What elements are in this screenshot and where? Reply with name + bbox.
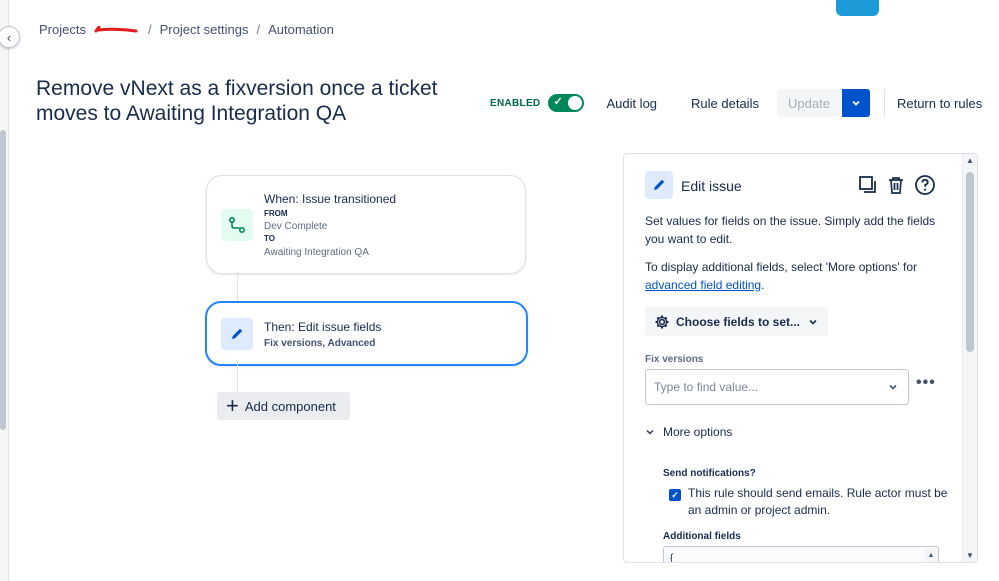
return-to-rules-button[interactable]: Return to rules — [897, 96, 982, 111]
left-sidebar-rail — [0, 0, 9, 581]
breadcrumb-project-settings[interactable]: Project settings — [160, 22, 249, 37]
panel-description: Set values for fields on the issue. Simp… — [645, 214, 936, 246]
help-icon[interactable] — [914, 174, 936, 196]
transition-icon — [221, 209, 253, 241]
duplicate-icon[interactable] — [857, 174, 879, 196]
rule-enabled-toggle[interactable]: ✓ — [548, 94, 585, 112]
send-notifications-label: Send notifications? — [663, 468, 756, 479]
pencil-icon — [645, 171, 673, 199]
panel-description-advanced: To display additional fields, select 'Mo… — [645, 258, 945, 294]
additional-fields-label: Additional fields — [663, 531, 741, 542]
additional-fields-value: { — [670, 553, 674, 563]
textarea-scroll-up-icon[interactable]: ▲ — [925, 548, 937, 562]
scroll-down-icon[interactable]: ▼ — [966, 551, 974, 560]
breadcrumb: Projects / Project settings / Automation — [39, 22, 334, 37]
trash-icon[interactable] — [885, 174, 907, 196]
redaction-mark — [94, 25, 138, 34]
choose-fields-button[interactable]: Choose fields to set... — [645, 307, 828, 336]
trigger-to-value: Awaiting Integration QA — [264, 247, 369, 258]
chevron-down-icon — [646, 429, 654, 435]
action-subtitle: Fix versions, Advanced — [264, 338, 376, 349]
connector-line — [237, 362, 238, 392]
rule-title[interactable]: Remove vNext as a fixversion once a tick… — [36, 76, 466, 126]
check-icon: ✓ — [671, 489, 679, 500]
edit-issue-panel: Edit issue Set values for fields on the … — [623, 153, 978, 563]
action-node[interactable]: Then: Edit issue fields Fix versions, Ad… — [205, 301, 528, 366]
choose-fields-label: Choose fields to set... — [676, 314, 801, 329]
scroll-up-icon[interactable]: ▲ — [966, 156, 974, 165]
rule-details-button[interactable]: Rule details — [691, 96, 759, 111]
advanced-suffix: . — [761, 278, 765, 292]
audit-log-button[interactable]: Audit log — [606, 96, 657, 111]
enabled-status-label: ENABLED — [490, 97, 541, 109]
panel-scroll-thumb[interactable] — [966, 172, 974, 352]
breadcrumb-automation[interactable]: Automation — [268, 22, 334, 37]
chevron-down-icon — [889, 384, 897, 390]
breadcrumb-projects[interactable]: Projects — [39, 22, 86, 37]
gear-icon — [655, 315, 669, 328]
trigger-from-value: Dev Complete — [264, 221, 328, 232]
header-divider — [883, 89, 885, 117]
trigger-to-label: TO — [264, 234, 275, 243]
top-action-button[interactable] — [836, 0, 879, 16]
more-options-toggle[interactable]: More options — [645, 425, 732, 439]
breadcrumb-separator: / — [256, 22, 261, 37]
toggle-knob — [568, 96, 583, 110]
pencil-icon — [221, 318, 253, 350]
connector-line — [237, 272, 238, 301]
chevron-left-icon: ‹ — [6, 29, 12, 45]
trigger-title: When: Issue transitioned — [264, 192, 397, 206]
check-icon: ✓ — [553, 96, 563, 108]
breadcrumb-separator: / — [147, 22, 152, 37]
fix-versions-label: Fix versions — [645, 354, 704, 365]
send-notifications-checkbox[interactable]: ✓ — [669, 489, 681, 501]
more-options-label: More options — [663, 425, 733, 439]
collapse-sidebar-button[interactable]: ‹ — [0, 26, 20, 48]
update-button[interactable]: Update — [776, 89, 841, 117]
chevron-down-icon — [809, 319, 817, 325]
header-actions: ENABLED ✓ Audit log Rule details Update … — [490, 88, 982, 118]
add-component-label: Add component — [244, 398, 336, 414]
fix-versions-select[interactable]: Type to find value... — [645, 369, 909, 405]
more-actions-icon[interactable]: ••• — [916, 374, 936, 392]
add-component-button[interactable]: + Add component — [217, 392, 350, 420]
action-title: Then: Edit issue fields — [264, 320, 382, 334]
trigger-node[interactable]: When: Issue transitioned FROM Dev Comple… — [206, 175, 526, 274]
advanced-prefix: To display additional fields, select 'Mo… — [645, 260, 918, 274]
sidebar-scrollbar[interactable] — [0, 130, 6, 430]
trigger-from-label: FROM — [264, 209, 288, 218]
fix-versions-placeholder: Type to find value... — [654, 380, 759, 394]
chevron-down-icon — [852, 100, 860, 106]
panel-title: Edit issue — [681, 178, 742, 194]
panel-scrollbar[interactable]: ▲ ▼ — [962, 154, 977, 562]
advanced-field-editing-link[interactable]: advanced field editing — [645, 278, 761, 292]
send-notifications-text: This rule should send emails. Rule actor… — [688, 486, 948, 517]
plus-icon: + — [226, 393, 239, 418]
additional-fields-textarea[interactable]: { ▲ — [663, 546, 939, 563]
update-dropdown-button[interactable] — [841, 89, 870, 117]
